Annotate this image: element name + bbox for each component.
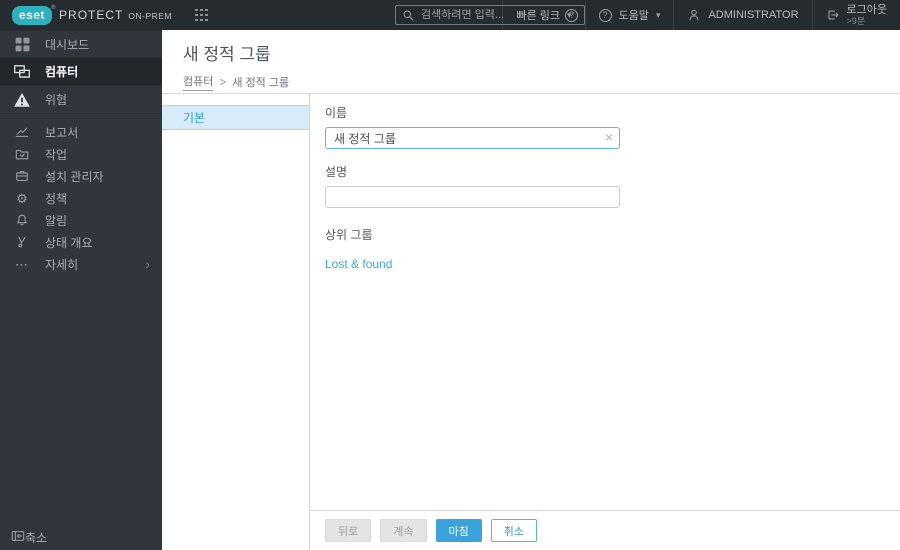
registered-mark: ® (51, 4, 57, 11)
search-help-icon[interactable]: ? (565, 8, 578, 22)
main-panel: 새 정적 그룹 컴퓨터 > 새 정적 그룹 기본 이름 × 설명 상위 그룹 (162, 30, 900, 550)
product-edition: ON-PREM (128, 11, 173, 21)
policies-icon: ⚙ (16, 190, 28, 206)
parent-group-link[interactable]: Lost & found (325, 257, 392, 271)
user-menu[interactable]: ADMINISTRATOR (673, 0, 811, 30)
sidebar-item-label: 작업 (45, 147, 68, 162)
sidebar-item-dashboard[interactable]: 대시보드 (0, 30, 162, 58)
sidebar-item-label: 상태 개요 (45, 235, 93, 250)
chevron-down-icon: ▾ (655, 9, 661, 20)
eset-logo: eset ® (12, 5, 56, 25)
sidebar-collapse-button[interactable]: 축소 (0, 524, 162, 550)
sidebar-item-label: 컴퓨터 (45, 65, 79, 79)
clear-icon[interactable]: × (605, 129, 613, 145)
wizard-steps-panel: 기본 (162, 94, 310, 550)
eset-logo-text: eset (19, 7, 46, 22)
logout-icon (828, 10, 839, 20)
logout-label: 로그아웃 (846, 3, 887, 16)
sidebar-item-computers[interactable]: 컴퓨터 (0, 58, 162, 86)
breadcrumb-parent-link[interactable]: 컴퓨터 (183, 73, 214, 91)
sidebar-item-notifications[interactable]: 알림 (0, 209, 162, 231)
collapse-icon (11, 529, 25, 546)
chevron-right-icon: › (145, 256, 150, 272)
parent-group-label: 상위 그룹 (325, 228, 373, 242)
page-title: 새 정적 그룹 (183, 45, 271, 64)
topbar: eset® PROTECT ON-PREM ? 빠른 링크 ▾ ? 도움말 ▾ … (0, 0, 900, 30)
description-input-wrap (325, 186, 620, 208)
app-grid-icon[interactable] (195, 8, 208, 22)
sidebar-item-installers[interactable]: 설치 관리자 (0, 165, 162, 187)
help-menu[interactable]: ? 도움말 ▾ (584, 0, 674, 30)
more-icon: ⋯ (15, 256, 29, 272)
help-icon: ? (598, 8, 612, 22)
name-label: 이름 (325, 106, 348, 120)
help-label: 도움말 (618, 10, 649, 22)
brand: eset ® PROTECT ON-PREM (0, 5, 208, 25)
search-input[interactable] (421, 9, 559, 21)
finish-button[interactable]: 마침 (435, 519, 482, 542)
sidebar-item-label: 설치 관리자 (45, 169, 104, 184)
form-area: 이름 × 설명 상위 그룹 Lost & found (310, 94, 900, 510)
user-icon (690, 9, 699, 21)
session-timer: >9분 (846, 16, 866, 27)
sidebar-item-label: 자세히 (45, 257, 79, 272)
dots-3x3-icon (195, 8, 198, 12)
wizard-footer: 뒤로 계속 마침 취소 (310, 510, 900, 550)
page-header: 새 정적 그룹 컴퓨터 > 새 정적 그룹 (162, 30, 900, 94)
sidebar-item-threats[interactable]: 위협 (0, 86, 162, 114)
search-icon (403, 10, 414, 20)
sidebar: 대시보드 컴퓨터 위협 보고서 작업 설치 관리자 ⚙ 정책 알림 상태 개요 … (0, 30, 162, 550)
sidebar-item-label: 대시보드 (45, 37, 90, 52)
sidebar-item-label: 알림 (45, 213, 68, 228)
status-overview-icon (11, 235, 33, 249)
sidebar-item-status-overview[interactable]: 상태 개요 (0, 231, 162, 253)
sidebar-item-label: 보고서 (45, 125, 79, 140)
sidebar-item-label: 위협 (45, 93, 68, 107)
wizard-step-basic[interactable]: 기본 (162, 105, 309, 130)
product-name: PROTECT (59, 8, 124, 22)
search-box[interactable]: ? (395, 5, 585, 25)
collapse-label: 축소 (25, 530, 48, 545)
name-input[interactable] (325, 127, 620, 149)
cancel-button[interactable]: 취소 (490, 519, 537, 542)
sidebar-item-more[interactable]: ⋯ 자세히 › (0, 253, 162, 275)
user-label: ADMINISTRATOR (708, 9, 799, 21)
installers-icon (11, 169, 33, 183)
name-input-wrap: × (325, 127, 620, 149)
breadcrumb-separator: > (219, 75, 227, 89)
back-button[interactable]: 뒤로 (325, 519, 372, 542)
logout-button[interactable]: 로그아웃 >9분 (811, 0, 900, 30)
notifications-icon (11, 213, 33, 227)
sidebar-item-tasks[interactable]: 작업 (0, 143, 162, 165)
form-column: 이름 × 설명 상위 그룹 Lost & found 뒤로 계속 마침 취소 (310, 94, 900, 550)
threats-icon (11, 91, 33, 109)
sidebar-item-policies[interactable]: ⚙ 정책 (0, 187, 162, 209)
description-label: 설명 (325, 165, 348, 179)
tasks-icon (11, 147, 33, 161)
wizard-content: 기본 이름 × 설명 상위 그룹 Lost & found 뒤로 계속 마침 (162, 94, 900, 550)
sidebar-item-reports[interactable]: 보고서 (0, 121, 162, 143)
description-input[interactable] (325, 186, 620, 208)
computers-icon (11, 63, 33, 81)
continue-button[interactable]: 계속 (380, 519, 427, 542)
breadcrumb-current: 새 정적 그룹 (232, 77, 290, 89)
reports-icon (11, 125, 33, 139)
sidebar-item-label: 정책 (45, 191, 68, 206)
dashboard-icon (11, 36, 33, 53)
breadcrumb: 컴퓨터 > 새 정적 그룹 (183, 73, 900, 91)
sidebar-divider (0, 114, 162, 121)
